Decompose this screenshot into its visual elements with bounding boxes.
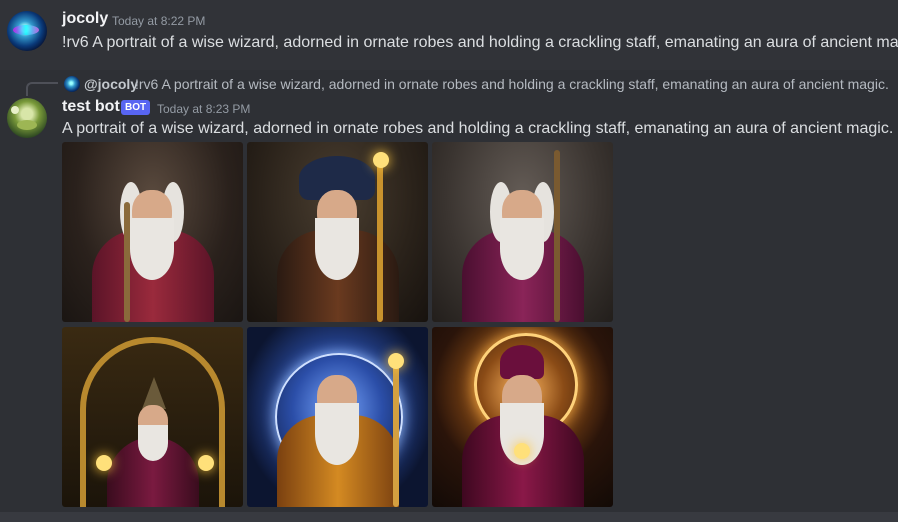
reply-connector <box>26 82 58 96</box>
author-name[interactable]: test bot <box>62 98 120 116</box>
wizard-portrait-3-image[interactable] <box>432 142 613 322</box>
wizard-portrait-5-image[interactable] <box>247 327 428 507</box>
composer-edge <box>0 512 898 522</box>
avatar-test-bot[interactable] <box>7 98 47 138</box>
avatar-jocoly[interactable] <box>7 11 47 51</box>
wizard-portrait-4-image[interactable] <box>62 327 243 507</box>
message-content: A portrait of a wise wizard, adorned in … <box>62 120 894 137</box>
image-attachments-grid <box>62 142 614 508</box>
author-name[interactable]: jocoly <box>62 10 108 28</box>
reply-avatar <box>64 76 80 92</box>
message-test-bot: @jocoly !rv6 A portrait of a wise wizard… <box>0 70 898 512</box>
wizard-portrait-2-image[interactable] <box>247 142 428 322</box>
message-jocoly: jocoly Today at 8:22 PM !rv6 A portrait … <box>0 0 898 66</box>
message-timestamp: Today at 8:22 PM <box>112 14 206 28</box>
chat-messages: jocoly Today at 8:22 PM !rv6 A portrait … <box>0 0 898 522</box>
bot-badge: BOT <box>121 100 151 115</box>
reply-mention[interactable]: @jocoly <box>84 76 138 92</box>
message-timestamp: Today at 8:23 PM <box>157 102 251 116</box>
wizard-portrait-6-image[interactable] <box>432 327 613 507</box>
message-content: !rv6 A portrait of a wise wizard, adorne… <box>62 34 898 51</box>
wizard-portrait-1-image[interactable] <box>62 142 243 322</box>
reply-preview-text[interactable]: !rv6 A portrait of a wise wizard, adorne… <box>135 76 889 92</box>
